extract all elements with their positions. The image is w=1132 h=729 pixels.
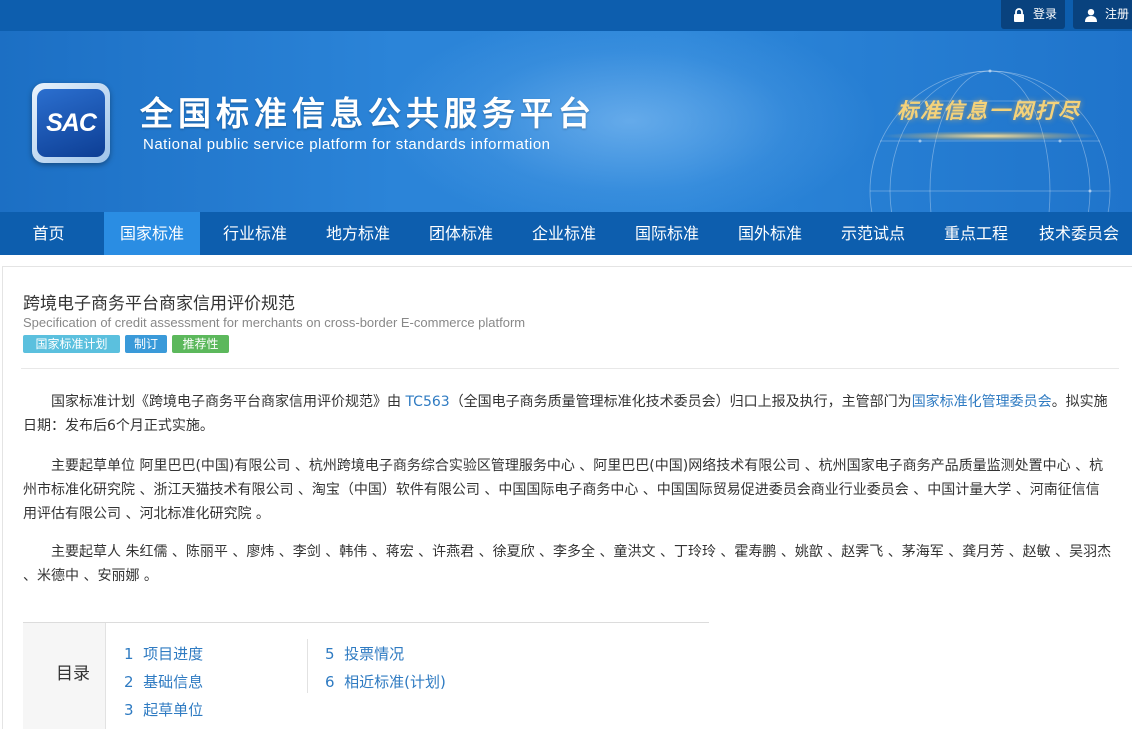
nav-enterprise-standards[interactable]: 企业标准 <box>516 212 612 255</box>
standard-title-english: Specification of credit assessment for m… <box>23 315 526 330</box>
login-button[interactable]: 登录 <box>1001 0 1065 29</box>
nav-local-standards[interactable]: 地方标准 <box>310 212 406 255</box>
toc-sidebar: 目录 <box>23 623 106 729</box>
toc-divider <box>307 639 308 693</box>
nav-technical-committees[interactable]: 技术委员会 <box>1031 212 1127 255</box>
register-button[interactable]: 注册 <box>1073 0 1132 29</box>
nav-home[interactable]: 首页 <box>0 212 97 255</box>
lock-icon <box>1014 8 1024 22</box>
nav-demo-pilots[interactable]: 示范试点 <box>825 212 921 255</box>
slogan: 标准信息一网打尽 <box>897 98 1081 123</box>
plan-description: 国家标准计划《跨境电子商务平台商家信用评价规范》由 TC563（全国电子商务质量… <box>23 394 1108 434</box>
site-title: 全国标准信息公共服务平台 <box>140 94 596 133</box>
divider <box>21 368 1119 369</box>
toc-entry-drafting-units[interactable]: 3 起草单位 <box>124 699 203 720</box>
tag-national-plan: 国家标准计划 <box>23 335 120 353</box>
logo-text: SAC <box>46 109 97 137</box>
site-subtitle: National public service platform for sta… <box>143 136 551 153</box>
tag-formulate: 制订 <box>125 335 167 353</box>
nav-key-projects[interactable]: 重点工程 <box>928 212 1024 255</box>
nav-foreign-standards[interactable]: 国外标准 <box>722 212 818 255</box>
toc-entry-similar-standards[interactable]: 6 相近标准(计划) <box>325 671 446 692</box>
nav-international-standards[interactable]: 国际标准 <box>619 212 715 255</box>
content-panel: 跨境电子商务平台商家信用评价规范 Specification of credit… <box>2 266 1132 729</box>
toc-label: 目录 <box>56 664 90 684</box>
login-label: 登录 <box>1033 7 1058 21</box>
top-bar: 登录 注册 <box>0 0 1132 31</box>
toc-entry-progress[interactable]: 1 项目进度 <box>124 643 203 664</box>
globe-graphic <box>869 69 1111 212</box>
toc-entry-basic-info[interactable]: 2 基础信息 <box>124 671 203 692</box>
table-of-contents: 目录 1 项目进度 2 基础信息 3 起草单位 5 投票情况 6 相近标准(计划… <box>23 622 709 729</box>
drafters: 主要起草人 朱红儒 、陈丽平 、廖炜 、李剑 、韩伟 、蒋宏 、许燕君 、徐夏欣… <box>23 544 1112 584</box>
sac-logo[interactable]: SAC <box>32 83 110 163</box>
header-banner: SAC 全国标准信息公共服务平台 National public service… <box>0 31 1132 212</box>
toc-entry-voting[interactable]: 5 投票情况 <box>325 643 404 664</box>
user-icon <box>1085 9 1097 22</box>
nav-group-standards[interactable]: 团体标准 <box>413 212 509 255</box>
register-label: 注册 <box>1105 7 1130 21</box>
committee-code-link[interactable]: TC563 <box>405 394 449 410</box>
main-nav: 首页 国家标准 行业标准 地方标准 团体标准 企业标准 国际标准 国外标准 示范… <box>0 212 1132 255</box>
slogan-glow-line <box>880 131 1100 141</box>
tag-recommended: 推荐性 <box>172 335 229 353</box>
authority-link[interactable]: 国家标准化管理委员会 <box>912 394 1052 410</box>
drafting-units: 主要起草单位 阿里巴巴(中国)有限公司 、杭州跨境电子商务综合实验区管理服务中心… <box>23 458 1104 522</box>
nav-industry-standards[interactable]: 行业标准 <box>207 212 303 255</box>
standard-title: 跨境电子商务平台商家信用评价规范 <box>23 294 295 314</box>
nav-national-standards[interactable]: 国家标准 <box>104 212 200 255</box>
